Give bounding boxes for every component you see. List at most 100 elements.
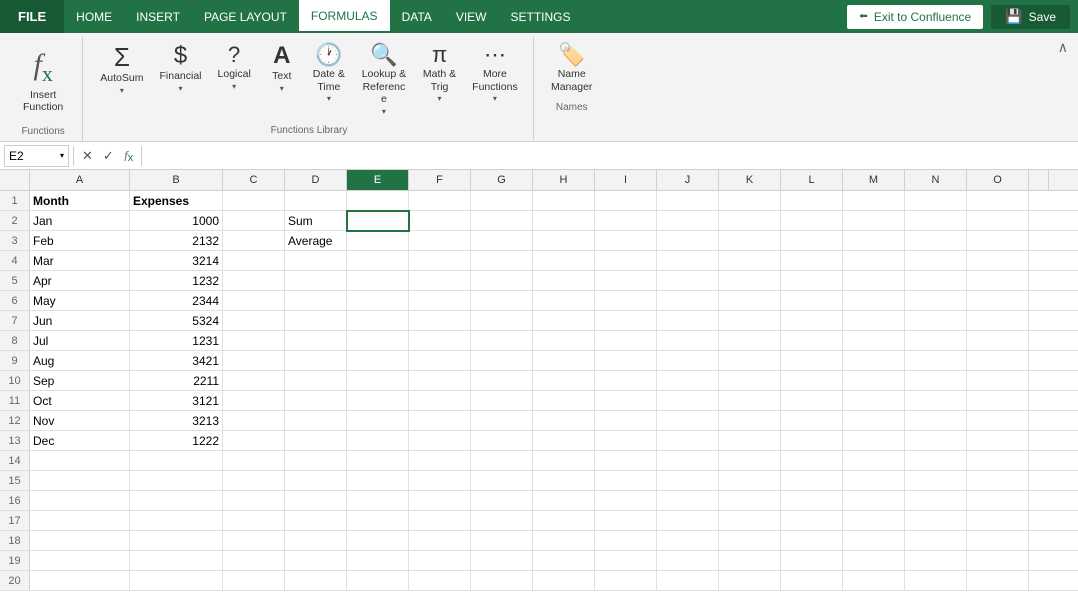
row-num-10[interactable]: 10: [0, 371, 30, 390]
cell-E11[interactable]: [347, 391, 409, 411]
cell-extra-9-0[interactable]: [1029, 371, 1078, 391]
cell-J1[interactable]: [657, 191, 719, 211]
cell-A1[interactable]: Month: [30, 191, 130, 211]
cell-D17[interactable]: [285, 511, 347, 531]
cell-K17[interactable]: [719, 511, 781, 531]
cell-C2[interactable]: [223, 211, 285, 231]
cell-I1[interactable]: [595, 191, 657, 211]
cell-J20[interactable]: [657, 571, 719, 591]
cell-K12[interactable]: [719, 411, 781, 431]
cell-B11[interactable]: 3121: [130, 391, 223, 411]
cell-F7[interactable]: [409, 311, 471, 331]
cell-extra-3-0[interactable]: [1029, 251, 1078, 271]
cell-O4[interactable]: [967, 251, 1029, 271]
cell-G15[interactable]: [471, 471, 533, 491]
row-num-3[interactable]: 3: [0, 231, 30, 250]
cell-N10[interactable]: [905, 371, 967, 391]
cell-N20[interactable]: [905, 571, 967, 591]
cell-A2[interactable]: Jan: [30, 211, 130, 231]
menu-item-home[interactable]: HOME: [64, 0, 124, 33]
cell-A3[interactable]: Feb: [30, 231, 130, 251]
cell-I11[interactable]: [595, 391, 657, 411]
cell-O5[interactable]: [967, 271, 1029, 291]
cell-N5[interactable]: [905, 271, 967, 291]
exit-to-confluence-button[interactable]: ⬅ Exit to Confluence: [847, 5, 983, 29]
more-functions-button[interactable]: ⋯ MoreFunctions ▾: [465, 39, 525, 109]
cell-M8[interactable]: [843, 331, 905, 351]
cell-K18[interactable]: [719, 531, 781, 551]
row-num-7[interactable]: 7: [0, 311, 30, 330]
cell-E14[interactable]: [347, 451, 409, 471]
cell-D18[interactable]: [285, 531, 347, 551]
cell-F6[interactable]: [409, 291, 471, 311]
cell-J4[interactable]: [657, 251, 719, 271]
col-header-B[interactable]: B: [130, 170, 223, 190]
cell-A4[interactable]: Mar: [30, 251, 130, 271]
cell-M17[interactable]: [843, 511, 905, 531]
cell-L11[interactable]: [781, 391, 843, 411]
cell-L13[interactable]: [781, 431, 843, 451]
cell-B10[interactable]: 2211: [130, 371, 223, 391]
cell-O1[interactable]: [967, 191, 1029, 211]
cell-H20[interactable]: [533, 571, 595, 591]
formula-cancel-button[interactable]: ✕: [78, 146, 97, 166]
cell-A17[interactable]: [30, 511, 130, 531]
mathtrig-button[interactable]: π Math &Trig ▾: [416, 39, 463, 109]
cell-H5[interactable]: [533, 271, 595, 291]
cell-extra-18-0[interactable]: [1029, 551, 1078, 571]
cell-extra-1-0[interactable]: [1029, 211, 1078, 231]
cell-O3[interactable]: [967, 231, 1029, 251]
cell-D1[interactable]: [285, 191, 347, 211]
cell-B2[interactable]: 1000: [130, 211, 223, 231]
cell-G6[interactable]: [471, 291, 533, 311]
row-num-16[interactable]: 16: [0, 491, 30, 510]
cell-D15[interactable]: [285, 471, 347, 491]
insert-function-button[interactable]: fx InsertFunction: [12, 39, 74, 122]
cell-K9[interactable]: [719, 351, 781, 371]
cell-J2[interactable]: [657, 211, 719, 231]
cell-O7[interactable]: [967, 311, 1029, 331]
cell-I14[interactable]: [595, 451, 657, 471]
cell-L6[interactable]: [781, 291, 843, 311]
cell-H14[interactable]: [533, 451, 595, 471]
cell-L16[interactable]: [781, 491, 843, 511]
col-header-H[interactable]: H: [533, 170, 595, 190]
cell-L7[interactable]: [781, 311, 843, 331]
cell-N13[interactable]: [905, 431, 967, 451]
cell-O9[interactable]: [967, 351, 1029, 371]
col-header-N[interactable]: N: [905, 170, 967, 190]
cell-A5[interactable]: Apr: [30, 271, 130, 291]
cell-D19[interactable]: [285, 551, 347, 571]
cell-H12[interactable]: [533, 411, 595, 431]
cell-E17[interactable]: [347, 511, 409, 531]
cell-N15[interactable]: [905, 471, 967, 491]
cell-extra-17-0[interactable]: [1029, 531, 1078, 551]
cell-K5[interactable]: [719, 271, 781, 291]
cell-F8[interactable]: [409, 331, 471, 351]
row-num-12[interactable]: 12: [0, 411, 30, 430]
cell-J5[interactable]: [657, 271, 719, 291]
cell-O6[interactable]: [967, 291, 1029, 311]
cell-C18[interactable]: [223, 531, 285, 551]
cell-extra-2-0[interactable]: [1029, 231, 1078, 251]
cell-M18[interactable]: [843, 531, 905, 551]
cell-M20[interactable]: [843, 571, 905, 591]
cell-extra-8-0[interactable]: [1029, 351, 1078, 371]
cell-D16[interactable]: [285, 491, 347, 511]
cell-F2[interactable]: [409, 211, 471, 231]
cell-C1[interactable]: [223, 191, 285, 211]
row-num-11[interactable]: 11: [0, 391, 30, 410]
cell-extra-5-0[interactable]: [1029, 291, 1078, 311]
cell-I9[interactable]: [595, 351, 657, 371]
formula-confirm-button[interactable]: ✓: [99, 146, 118, 166]
row-num-15[interactable]: 15: [0, 471, 30, 490]
cell-F5[interactable]: [409, 271, 471, 291]
grid-body[interactable]: 1MonthExpenses2Jan1000Sum3Feb2132Average…: [0, 191, 1078, 608]
cell-extra-11-0[interactable]: [1029, 411, 1078, 431]
cell-I2[interactable]: [595, 211, 657, 231]
cell-N9[interactable]: [905, 351, 967, 371]
cell-K7[interactable]: [719, 311, 781, 331]
cell-M14[interactable]: [843, 451, 905, 471]
cell-extra-12-0[interactable]: [1029, 431, 1078, 451]
cell-D4[interactable]: [285, 251, 347, 271]
